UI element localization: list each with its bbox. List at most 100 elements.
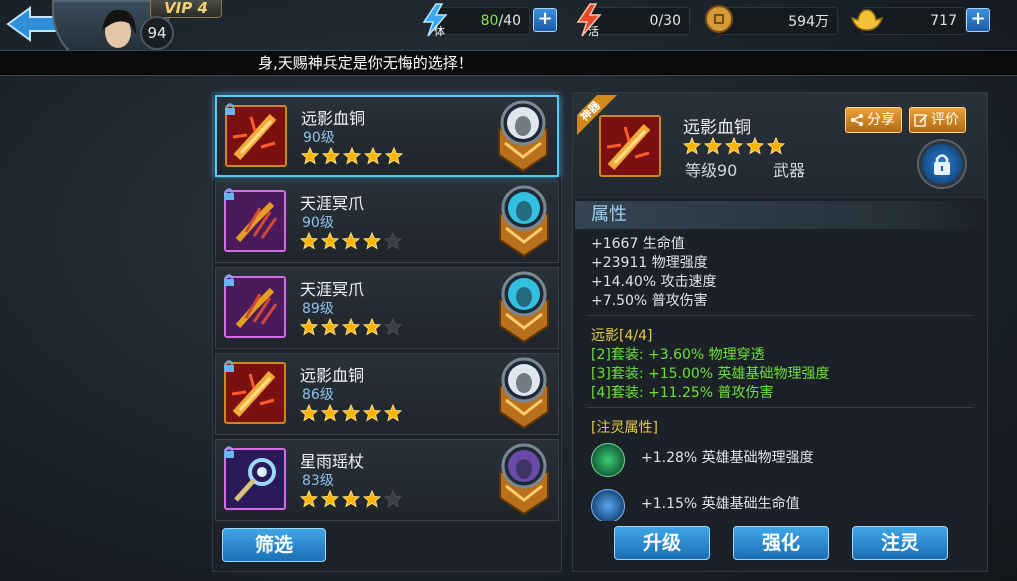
lock-icon [222, 444, 236, 458]
enhance-button[interactable]: 强化 [733, 526, 829, 560]
attribute-line: +23911 物理强度 [591, 255, 708, 271]
attribute-line: +7.50% 普攻伤害 [591, 293, 708, 309]
hero-violet-badge-icon[interactable] [496, 442, 552, 516]
activity-lightning-icon: 活 [572, 2, 606, 42]
filter-button[interactable]: 筛选 [222, 528, 326, 562]
lock-icon [222, 186, 236, 200]
detail-item-name: 远影血铜 [683, 118, 751, 138]
star-filled-icon [321, 146, 341, 169]
attribute-line: +14.40% 攻击速度 [591, 274, 717, 290]
star-filled-icon [341, 489, 361, 512]
list-item[interactable]: 远影血铜 90级 [215, 95, 559, 177]
item-level: 89级 [302, 301, 334, 317]
star-filled-icon [362, 403, 382, 426]
star-filled-icon [682, 136, 702, 159]
hero-teal-badge-icon[interactable] [496, 184, 552, 258]
detail-item-type: 武器 [773, 161, 806, 180]
divider [587, 407, 973, 408]
gold-ingot-icon [850, 4, 884, 38]
item-name: 远影血铜 [301, 109, 366, 128]
review-button[interactable]: 评价 [909, 107, 966, 133]
blood-mace-icon [599, 115, 661, 177]
star-empty-icon [383, 317, 403, 340]
lock-icon [222, 272, 236, 286]
star-rating [299, 231, 403, 254]
infuse-button[interactable]: 注灵 [852, 526, 948, 560]
add-stamina-button[interactable]: + [533, 8, 557, 32]
star-rating [300, 146, 404, 169]
set-bonus-line: [4]套装: +11.25% 普攻伤害 [591, 385, 774, 401]
equipment-detail-panel: 神器 远影血铜 等级90 武器 分享 评价 属性 +1667 生命值 +2391… [572, 92, 988, 572]
item-name: 天涯冥爪 [300, 280, 365, 299]
star-filled-icon [320, 231, 340, 254]
list-item[interactable]: 天涯冥爪 89级 [215, 267, 559, 349]
soul-overflow-clip: +1.15% 英雄基础生命值 [573, 481, 987, 521]
item-name: 远影血铜 [300, 366, 365, 385]
star-rating [299, 403, 403, 426]
copper-coin-icon [704, 4, 734, 38]
svg-text:活: 活 [588, 25, 599, 38]
star-empty-icon [383, 231, 403, 254]
star-filled-icon [341, 231, 361, 254]
lock-icon [223, 101, 237, 115]
lock-toggle-button[interactable] [919, 141, 965, 187]
star-filled-icon [320, 403, 340, 426]
soul-attributes-title: [注灵属性] [591, 420, 658, 436]
announcement-marquee: 身,天赐神兵定是你无悔的选择！ [0, 50, 1017, 76]
item-level: 90级 [303, 130, 335, 146]
padlock-icon [934, 154, 950, 175]
share-button[interactable]: 分享 [845, 107, 902, 133]
blue-soul-orb-icon [591, 489, 625, 521]
star-empty-icon [383, 489, 403, 512]
star-filled-icon [320, 489, 340, 512]
share-icon [851, 114, 863, 126]
star-rating [299, 317, 403, 340]
star-filled-icon [299, 317, 319, 340]
review-label: 评价 [931, 112, 959, 128]
star-filled-icon [299, 403, 319, 426]
lock-icon [222, 358, 236, 372]
star-filled-icon [299, 489, 319, 512]
share-label: 分享 [867, 112, 895, 128]
star-filled-icon [362, 489, 382, 512]
item-name: 天涯冥爪 [300, 194, 365, 213]
vip-badge: VIP 4 [150, 0, 222, 18]
attribute-line: +1667 生命值 [591, 236, 685, 252]
list-item[interactable]: 天涯冥爪 90级 [215, 181, 559, 263]
item-level: 86级 [302, 387, 334, 403]
star-filled-icon [363, 146, 383, 169]
upgrade-button[interactable]: 升级 [614, 526, 710, 560]
item-level: 90级 [302, 215, 334, 231]
star-filled-icon [342, 146, 362, 169]
player-level-badge: 94 [140, 16, 174, 50]
divider [587, 315, 973, 316]
set-title: 远影[4/4] [591, 328, 653, 344]
star-filled-icon [300, 146, 320, 169]
detail-star-rating [682, 136, 786, 159]
equipment-list: 远影血铜 90级 天涯冥爪 90级 天涯冥爪 89级 远影血铜 86级 星雨瑶杖… [212, 92, 562, 572]
star-filled-icon [766, 136, 786, 159]
star-filled-icon [384, 146, 404, 169]
item-name: 星雨瑶杖 [300, 452, 365, 471]
star-filled-icon [383, 403, 403, 426]
star-filled-icon [362, 317, 382, 340]
stamina-current: 80 [480, 13, 499, 29]
star-filled-icon [341, 403, 361, 426]
list-item[interactable]: 星雨瑶杖 83级 [215, 439, 559, 521]
coin-counter: 594万 [718, 7, 838, 35]
stamina-max: /40 [498, 13, 521, 29]
attributes-title: 属性 [575, 201, 985, 229]
detail-header: 神器 远影血铜 等级90 武器 分享 评价 [573, 93, 987, 199]
edit-icon [914, 114, 928, 127]
add-gold-button[interactable]: + [966, 8, 990, 32]
stamina-lightning-icon: 体 [418, 2, 452, 42]
set-bonus-line: [2]套装: +3.60% 物理穿透 [591, 347, 765, 363]
star-filled-icon [724, 136, 744, 159]
svg-text:体: 体 [434, 24, 445, 38]
star-filled-icon [745, 136, 765, 159]
soul-attribute-line: +1.28% 英雄基础物理强度 [641, 450, 814, 466]
list-item[interactable]: 远影血铜 86级 [215, 353, 559, 435]
hero-teal-badge-icon[interactable] [496, 270, 552, 344]
hero-white-badge-icon[interactable] [495, 99, 551, 173]
hero-white-badge-icon[interactable] [496, 356, 552, 430]
